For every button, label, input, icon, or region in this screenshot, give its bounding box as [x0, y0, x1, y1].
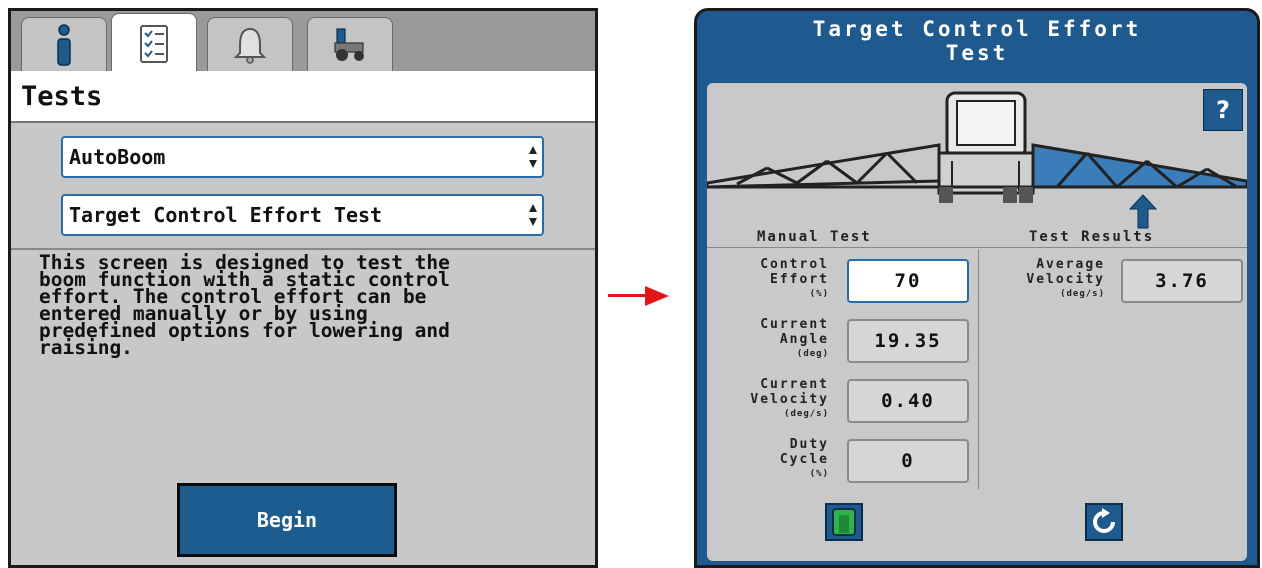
duty-cycle-value: 0 [847, 439, 969, 483]
spinner-arrows-icon[interactable] [528, 144, 538, 170]
tab-bar [11, 11, 595, 73]
current-angle-label: Current Angle (deg) [760, 317, 829, 359]
panel-title-line2: Test [945, 41, 1009, 65]
page-title: Tests [21, 81, 103, 112]
lock-icon [832, 508, 856, 536]
tab-machine[interactable] [307, 17, 393, 71]
spinner-arrows-icon[interactable] [528, 202, 538, 228]
begin-button[interactable]: Begin [177, 483, 397, 557]
bell-icon [233, 27, 267, 64]
test-results-header: Test Results [1029, 229, 1155, 245]
current-velocity-label: Current Velocity (deg/s) [750, 377, 829, 419]
tab-alarms[interactable] [207, 17, 293, 71]
tests-panel: Tests AutoBoom Target Control Effort Tes… [8, 8, 598, 568]
tab-info[interactable] [21, 17, 107, 71]
panel-title-line1: Target Control Effort [812, 17, 1142, 41]
manual-test-header: Manual Test [757, 229, 872, 245]
average-velocity-label: Average Velocity (deg/s) [1026, 257, 1105, 299]
control-effort-input[interactable]: 70 [847, 259, 969, 303]
test-select[interactable]: Target Control Effort Test [61, 194, 544, 236]
lock-toggle-button[interactable] [825, 503, 863, 541]
divider [11, 248, 595, 250]
reset-button[interactable] [1085, 503, 1123, 541]
current-velocity-value: 0.40 [847, 379, 969, 423]
transition-arrow [608, 294, 650, 297]
checklist-icon [140, 24, 168, 63]
boom-illustration [707, 91, 1247, 229]
system-select[interactable]: AutoBoom [61, 136, 544, 178]
divider [978, 249, 979, 489]
target-control-effort-panel: Target Control Effort Test ? Manual Test… [694, 8, 1260, 568]
help-button[interactable]: ? [1203, 89, 1243, 131]
current-angle-value: 19.35 [847, 319, 969, 363]
info-icon [57, 23, 71, 66]
duty-cycle-label: Duty Cycle (%) [779, 437, 829, 479]
system-select-value: AutoBoom [69, 145, 166, 169]
average-velocity-value: 3.76 [1121, 259, 1243, 303]
control-effort-label: Control Effort (%) [760, 257, 829, 299]
test-description: This screen is designed to test the boom… [39, 251, 450, 359]
divider [707, 247, 1247, 248]
help-icon: ? [1216, 96, 1230, 124]
title-bar: Tests [11, 71, 595, 123]
tractor-icon [334, 27, 364, 61]
transition-arrow-head [645, 286, 669, 306]
refresh-icon [1093, 508, 1115, 533]
panel-title: Target Control Effort Test [697, 17, 1257, 65]
test-select-value: Target Control Effort Test [69, 203, 383, 227]
tab-tests[interactable] [111, 13, 197, 73]
begin-button-label: Begin [256, 508, 318, 532]
